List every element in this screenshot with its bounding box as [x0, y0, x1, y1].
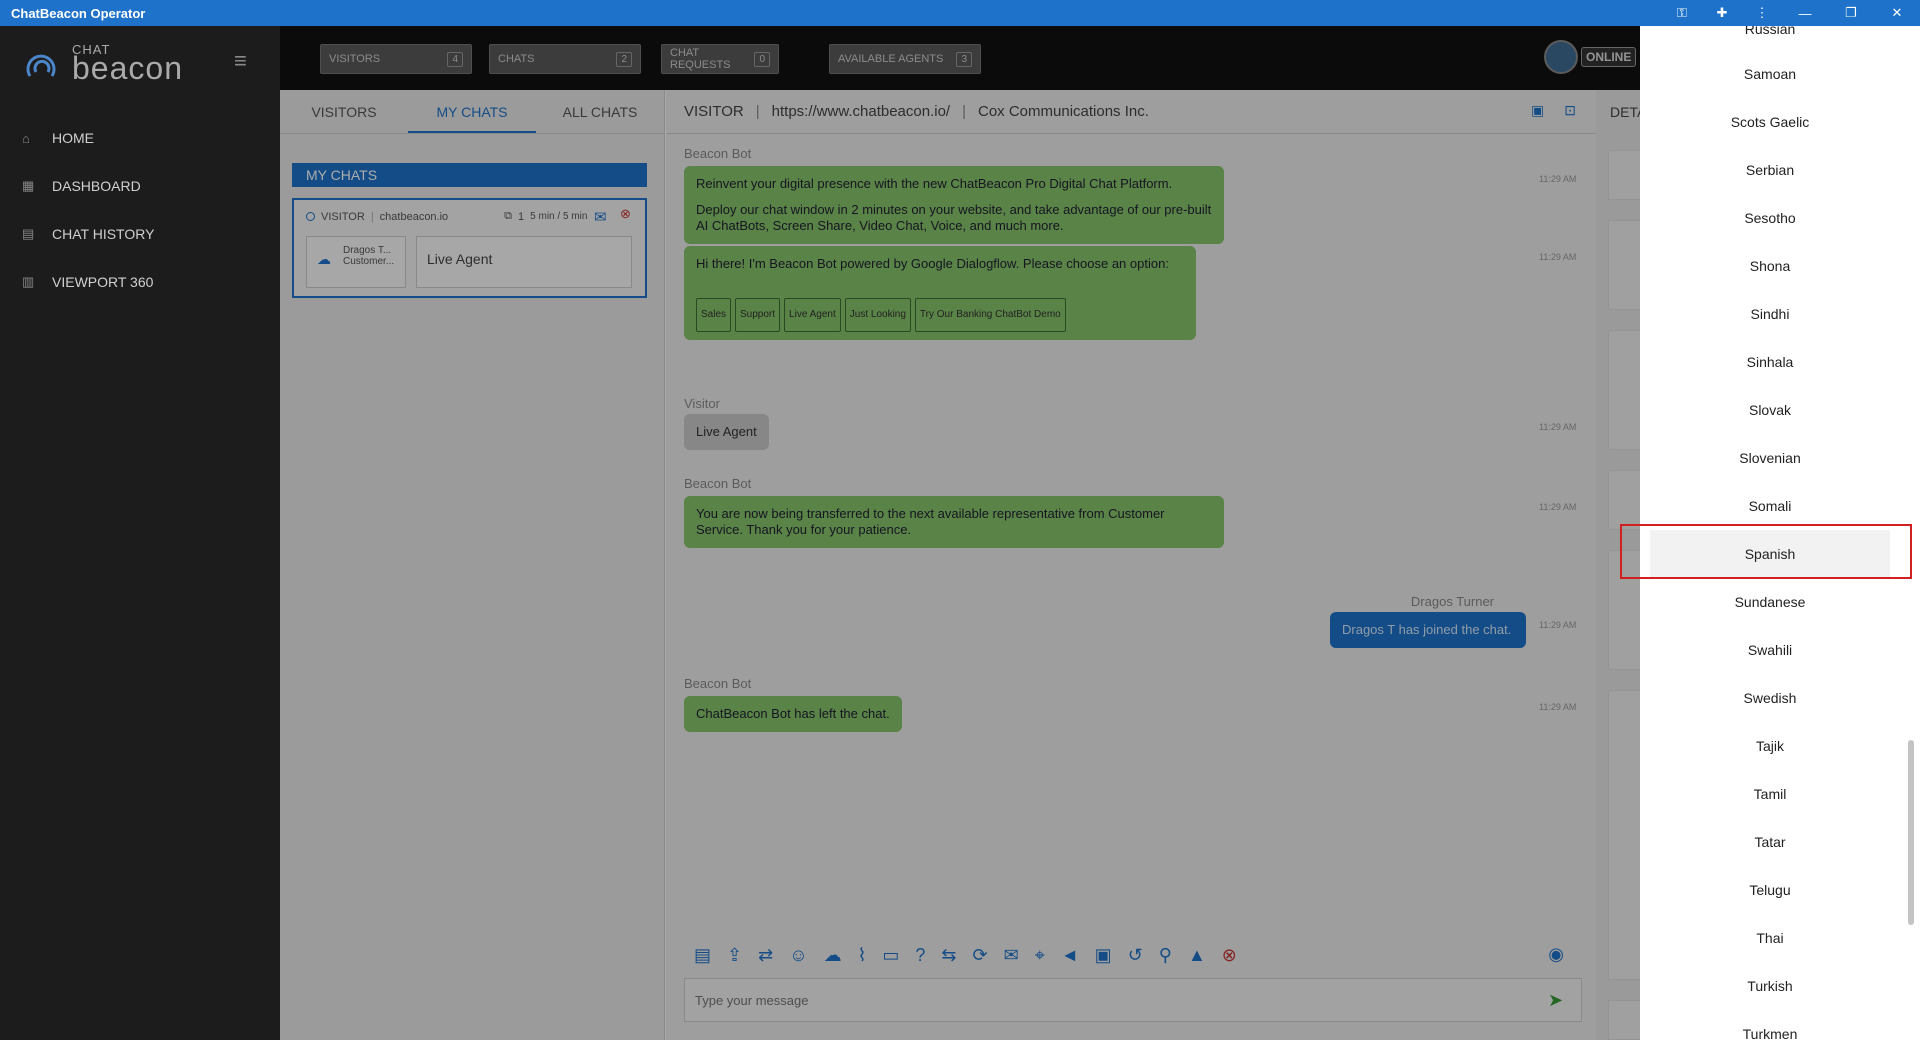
- sidebar-item-label: VIEWPORT 360: [52, 274, 154, 290]
- language-option[interactable]: Tamil: [1640, 770, 1900, 818]
- language-option[interactable]: Slovenian: [1640, 434, 1900, 482]
- app-window: ChatBeacon Operator ⚿ ✚ ⋮ — ❐ ✕ CHAT bea…: [0, 0, 1920, 1040]
- language-option[interactable]: Slovak: [1640, 386, 1900, 434]
- modal-overlay[interactable]: [280, 26, 1640, 1040]
- language-option[interactable]: Turkish: [1640, 962, 1900, 1010]
- close-button[interactable]: ✕: [1874, 0, 1920, 26]
- language-option[interactable]: Sundanese: [1640, 578, 1900, 626]
- language-option[interactable]: Tajik: [1640, 722, 1900, 770]
- sidebar: CHAT beacon ≡ ⌂ HOME ▦ DASHBOARD ▤ CHAT …: [0, 26, 280, 1040]
- sidebar-item-label: DASHBOARD: [52, 178, 141, 194]
- selection-highlight-box: [1620, 524, 1912, 579]
- sidebar-nav: ⌂ HOME ▦ DASHBOARD ▤ CHAT HISTORY ▥ VIEW…: [0, 114, 280, 306]
- logo-beacon-text: beacon: [72, 50, 183, 86]
- language-option[interactable]: Sesotho: [1640, 194, 1900, 242]
- history-icon: ▤: [22, 226, 35, 241]
- language-option[interactable]: Somali: [1640, 482, 1900, 530]
- dropdown-scrollbar[interactable]: [1908, 740, 1914, 925]
- title-bar-icons: ⚿ ✚ ⋮ — ❐ ✕: [1662, 0, 1920, 26]
- language-option[interactable]: Sinhala: [1640, 338, 1900, 386]
- beacon-logo-icon: [26, 54, 56, 77]
- puzzle-icon[interactable]: ✚: [1702, 0, 1742, 26]
- language-option[interactable]: Tatar: [1640, 818, 1900, 866]
- window-title: ChatBeacon Operator: [11, 5, 146, 21]
- sidebar-item-label: HOME: [52, 130, 94, 146]
- language-option[interactable]: Swahili: [1640, 626, 1900, 674]
- language-option[interactable]: Samoan: [1640, 50, 1900, 98]
- chart-icon: ▥: [22, 274, 35, 289]
- title-bar: ChatBeacon Operator ⚿ ✚ ⋮ — ❐ ✕: [0, 0, 1920, 26]
- minimize-button[interactable]: —: [1782, 0, 1828, 26]
- language-option[interactable]: Swedish: [1640, 674, 1900, 722]
- sidebar-item-dashboard[interactable]: ▦ DASHBOARD: [0, 162, 280, 210]
- sidebar-item-label: CHAT HISTORY: [52, 226, 155, 242]
- menu-toggle-icon[interactable]: ≡: [234, 48, 256, 74]
- sidebar-item-chat-history[interactable]: ▤ CHAT HISTORY: [0, 210, 280, 258]
- language-option[interactable]: Thai: [1640, 914, 1900, 962]
- more-vert-icon[interactable]: ⋮: [1742, 0, 1782, 26]
- language-option[interactable]: Sindhi: [1640, 290, 1900, 338]
- chatbeacon-logo[interactable]: CHAT beacon: [22, 40, 222, 90]
- language-option[interactable]: Shona: [1640, 242, 1900, 290]
- home-icon: ⌂: [22, 130, 30, 146]
- key-icon[interactable]: ⚿: [1662, 0, 1702, 26]
- language-option[interactable]: Scots Gaelic: [1640, 98, 1900, 146]
- dashboard-icon: ▦: [22, 178, 35, 193]
- language-option[interactable]: Telugu: [1640, 866, 1900, 914]
- restore-button[interactable]: ❐: [1828, 0, 1874, 26]
- sidebar-item-viewport-360[interactable]: ▥ VIEWPORT 360: [0, 258, 280, 306]
- language-option[interactable]: Turkmen: [1640, 1010, 1900, 1040]
- language-option[interactable]: Serbian: [1640, 146, 1900, 194]
- sidebar-item-home[interactable]: ⌂ HOME: [0, 114, 280, 162]
- language-option-russian[interactable]: Russian: [1640, 26, 1900, 50]
